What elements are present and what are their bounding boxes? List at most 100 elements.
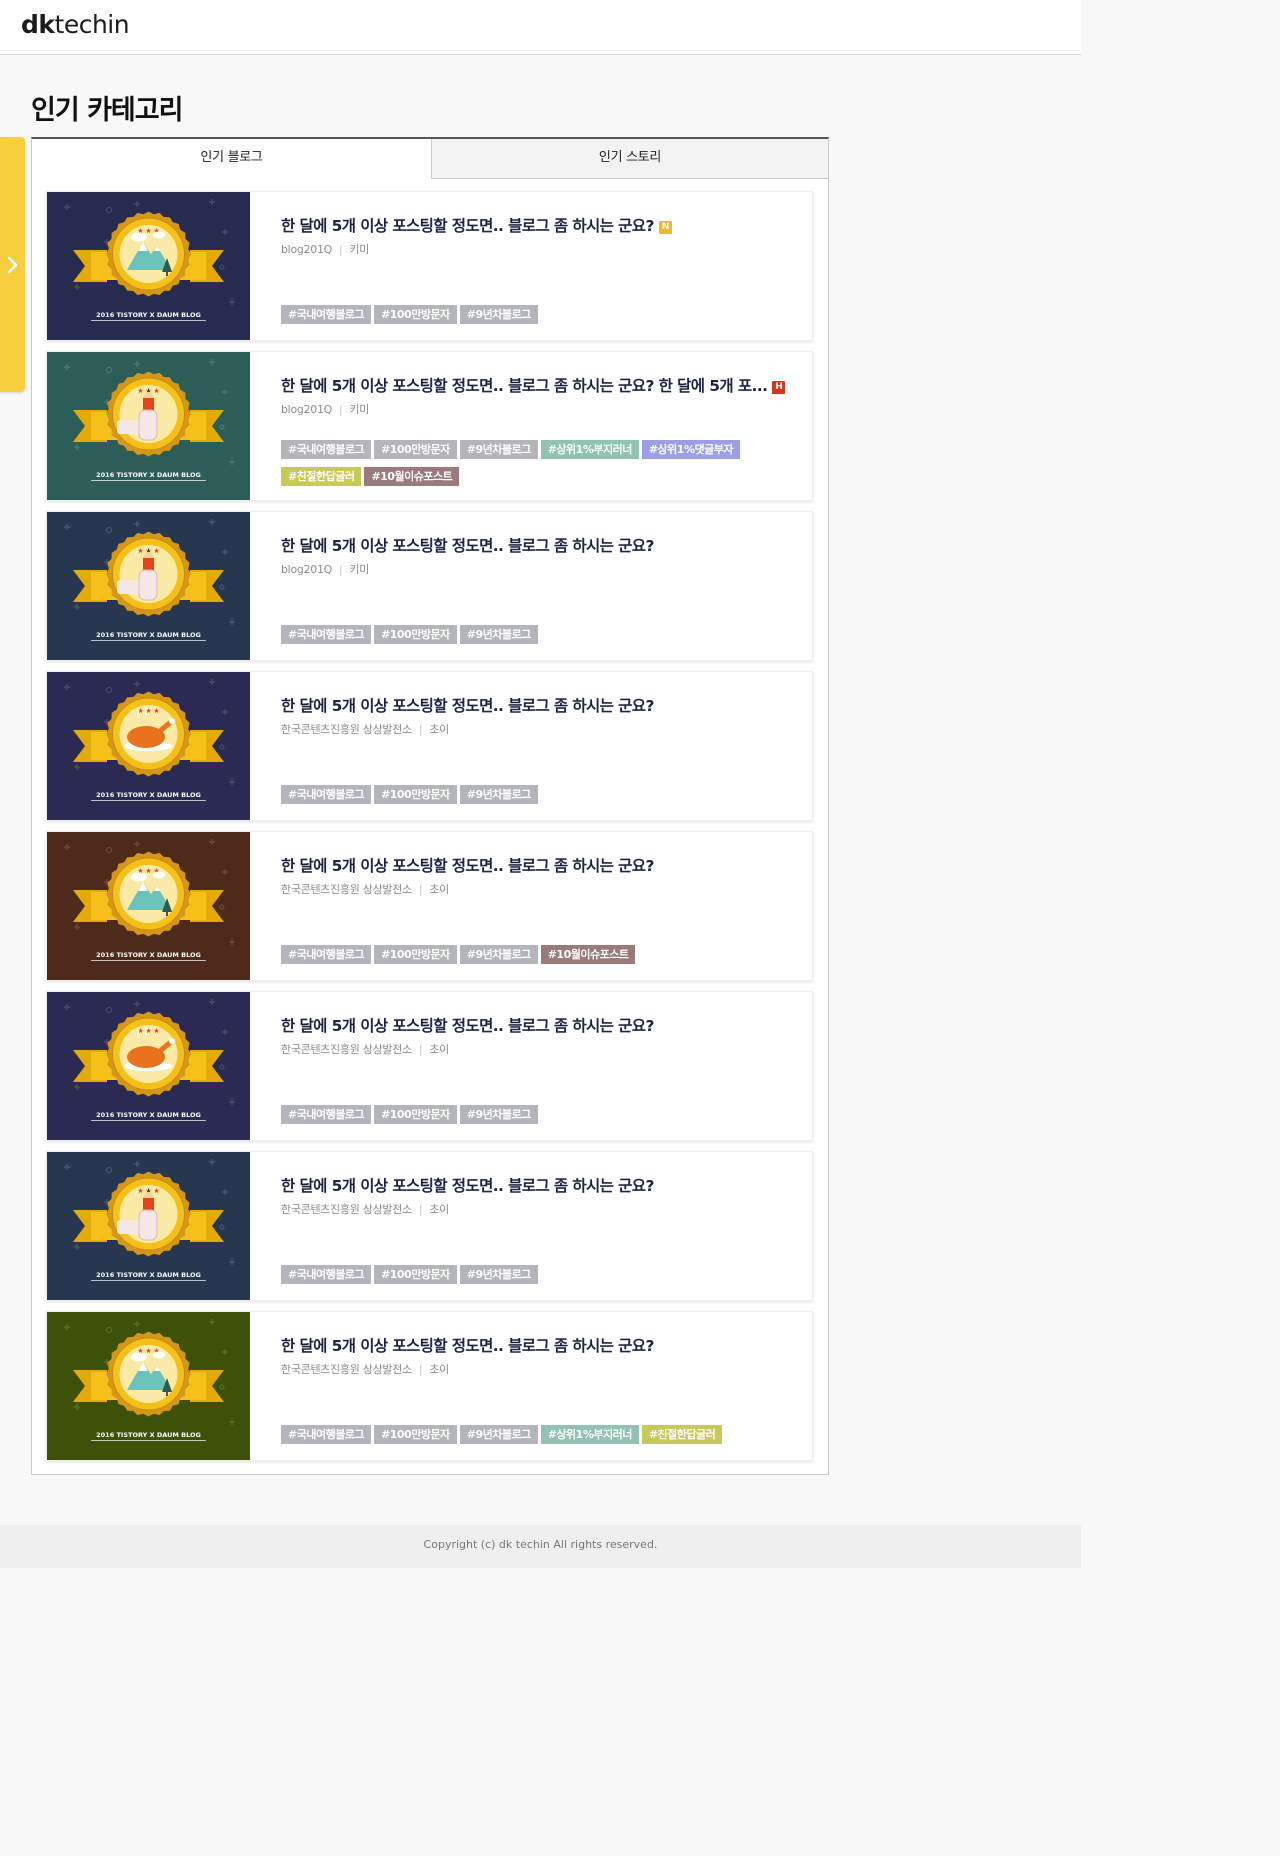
blog-thumbnail[interactable]: ★★★2016 TISTORY X DAUM BLOG bbox=[47, 1312, 250, 1460]
author-name[interactable]: 키미 bbox=[349, 403, 369, 416]
hashtag-chip[interactable]: #9년차블로그 bbox=[459, 440, 538, 459]
blog-card[interactable]: ★★★2016 TISTORY X DAUM BLOG한 달에 5개 이상 포스… bbox=[46, 831, 813, 981]
svg-text:★: ★ bbox=[153, 387, 159, 395]
blog-thumbnail[interactable]: ★★★2016 TISTORY X DAUM BLOG bbox=[47, 672, 250, 820]
hashtag-chip[interactable]: #9년차블로그 bbox=[459, 945, 538, 964]
blog-meta: 한국콘텐츠진흥원 상상발전소 | 초이 bbox=[281, 1201, 449, 1217]
blog-thumbnail[interactable]: ★★★2016 TISTORY X DAUM BLOG bbox=[47, 1152, 250, 1300]
svg-text:★: ★ bbox=[137, 1187, 143, 1195]
hashtag-chip[interactable]: #국내여행블로그 bbox=[281, 1265, 372, 1284]
badge-thumbnail-graphic: ★★★2016 TISTORY X DAUM BLOG bbox=[47, 352, 250, 500]
hashtag-chip[interactable]: #100만방문자 bbox=[374, 785, 457, 804]
hashtag-chip[interactable]: #100만방문자 bbox=[374, 945, 457, 964]
hashtag-chip[interactable]: #상위1%부지러너 bbox=[540, 440, 639, 459]
hashtag-chip[interactable]: #9년차블로그 bbox=[459, 1105, 538, 1124]
badge-thumbnail-graphic: ★★★2016 TISTORY X DAUM BLOG bbox=[47, 672, 250, 820]
author-name[interactable]: 초이 bbox=[429, 1043, 449, 1056]
tag-list: #국내여행블로그 #100만방문자 #9년차블로그 bbox=[281, 1263, 801, 1290]
blog-post-title[interactable]: 한 달에 5개 이상 포스팅할 정도면.. 블로그 좀 하시는 군요? bbox=[281, 1014, 801, 1036]
tag-list: #국내여행블로그 #100만방문자 #9년차블로그 bbox=[281, 623, 801, 650]
badge-thumbnail-graphic: ★★★2016 TISTORY X DAUM BLOG bbox=[47, 832, 250, 980]
author-name[interactable]: 초이 bbox=[429, 1363, 449, 1376]
tab-popular-story[interactable]: 인기 스토리 bbox=[431, 139, 828, 179]
meta-divider: | bbox=[339, 243, 343, 256]
svg-text:★: ★ bbox=[145, 867, 151, 875]
author-name[interactable]: 초이 bbox=[429, 1203, 449, 1216]
hashtag-chip[interactable]: #100만방문자 bbox=[374, 305, 457, 324]
hashtag-chip[interactable]: #국내여행블로그 bbox=[281, 785, 372, 804]
hashtag-chip[interactable]: #9년차블로그 bbox=[459, 1265, 538, 1284]
blog-thumbnail[interactable]: ★★★2016 TISTORY X DAUM BLOG bbox=[47, 992, 250, 1140]
author-name[interactable]: 초이 bbox=[429, 723, 449, 736]
hashtag-chip[interactable]: #10월이슈포스트 bbox=[364, 467, 460, 486]
hashtag-chip[interactable]: #상위1%댓글부자 bbox=[641, 440, 740, 459]
blog-thumbnail[interactable]: ★★★2016 TISTORY X DAUM BLOG bbox=[47, 832, 250, 980]
meta-divider: | bbox=[418, 883, 423, 896]
tag-list: #국내여행블로그 #100만방문자 #9년차블로그 #10월이슈포스트 bbox=[281, 943, 801, 970]
hashtag-chip[interactable]: #9년차블로그 bbox=[459, 625, 538, 644]
hashtag-chip[interactable]: #국내여행블로그 bbox=[281, 1425, 372, 1444]
blog-card[interactable]: ★★★2016 TISTORY X DAUM BLOG 한 달에 5개 이상 포스… bbox=[46, 1311, 813, 1461]
blog-name[interactable]: 한국콘텐츠진흥원 상상발전소 bbox=[281, 883, 412, 896]
hashtag-chip[interactable]: #100만방문자 bbox=[374, 1105, 457, 1124]
blog-meta: blog201Q | 키미 bbox=[281, 401, 369, 417]
hashtag-chip[interactable]: #9년차블로그 bbox=[459, 1425, 538, 1444]
hashtag-chip[interactable]: #10월이슈포스트 bbox=[540, 945, 636, 964]
hashtag-chip[interactable]: #국내여행블로그 bbox=[281, 440, 372, 459]
hashtag-chip[interactable]: #국내여행블로그 bbox=[281, 945, 372, 964]
post-title-text: 한 달에 5개 이상 포스팅할 정도면.. 블로그 좀 하시는 군요? 한 달에… bbox=[281, 377, 768, 395]
blog-thumbnail[interactable]: ★★★2016 TISTORY X DAUM BLOG bbox=[47, 512, 250, 660]
meta-divider: | bbox=[418, 1203, 423, 1216]
blog-post-title[interactable]: 한 달에 5개 이상 포스팅할 정도면.. 블로그 좀 하시는 군요? bbox=[281, 534, 801, 556]
hashtag-chip[interactable]: #9년차블로그 bbox=[459, 785, 538, 804]
hashtag-chip[interactable]: #친절한답글러 bbox=[641, 1425, 723, 1444]
blog-card[interactable]: ★★★2016 TISTORY X DAUM BLOG 한 달에 5개 이상 포스… bbox=[46, 991, 813, 1141]
blog-name[interactable]: 한국콘텐츠진흥원 상상발전소 bbox=[281, 723, 412, 736]
hashtag-chip[interactable]: #상위1%부지러너 bbox=[540, 1425, 639, 1444]
svg-text:★: ★ bbox=[137, 387, 143, 395]
blog-post-title[interactable]: 한 달에 5개 이상 포스팅할 정도면.. 블로그 좀 하시는 군요? bbox=[281, 854, 801, 876]
hashtag-chip[interactable]: #100만방문자 bbox=[374, 625, 457, 644]
tab-popular-blog[interactable]: 인기 블로그 bbox=[32, 139, 431, 179]
blog-card[interactable]: ★★★2016 TISTORY X DAUM BLOG 한 달에 5개 이상 포스… bbox=[46, 191, 813, 341]
blog-post-title[interactable]: 한 달에 5개 이상 포스팅할 정도면.. 블로그 좀 하시는 군요? bbox=[281, 694, 801, 716]
author-name[interactable]: 키미 bbox=[349, 563, 369, 576]
hashtag-chip[interactable]: #100만방문자 bbox=[374, 440, 457, 459]
hashtag-chip[interactable]: #9년차블로그 bbox=[459, 305, 538, 324]
tab-bar: 인기 블로그 인기 스토리 bbox=[32, 139, 828, 179]
blog-card[interactable]: ★★★2016 TISTORY X DAUM BLOG한 달에 5개 이상 포스… bbox=[46, 351, 813, 501]
blog-card[interactable]: ★★★2016 TISTORY X DAUM BLOG 한 달에 5개 이상 포스… bbox=[46, 511, 813, 661]
blog-meta: 한국콘텐츠진흥원 상상발전소 | 초이 bbox=[281, 1361, 449, 1377]
blog-name[interactable]: 한국콘텐츠진흥원 상상발전소 bbox=[281, 1043, 412, 1056]
author-name[interactable]: 초이 bbox=[429, 883, 449, 896]
author-name[interactable]: 키미 bbox=[349, 243, 369, 256]
blog-name[interactable]: 한국콘텐츠진흥원 상상발전소 bbox=[281, 1203, 412, 1216]
badge-thumbnail-graphic: ★★★2016 TISTORY X DAUM BLOG bbox=[47, 512, 250, 660]
blog-name[interactable]: blog201Q bbox=[281, 243, 332, 256]
blog-card[interactable]: ★★★2016 TISTORY X DAUM BLOG 한 달에 5개 이상 포스… bbox=[46, 671, 813, 821]
blog-post-title[interactable]: 한 달에 5개 이상 포스팅할 정도면.. 블로그 좀 하시는 군요? N bbox=[281, 214, 801, 236]
blog-name[interactable]: blog201Q bbox=[281, 403, 332, 416]
hashtag-chip[interactable]: #국내여행블로그 bbox=[281, 1105, 372, 1124]
blog-thumbnail[interactable]: ★★★2016 TISTORY X DAUM BLOG bbox=[47, 352, 250, 500]
tag-list: #국내여행블로그 #100만방문자 #9년차블로그 bbox=[281, 1103, 801, 1130]
blog-post-title[interactable]: 한 달에 5개 이상 포스팅할 정도면.. 블로그 좀 하시는 군요? bbox=[281, 1334, 801, 1356]
blog-thumbnail[interactable]: ★★★2016 TISTORY X DAUM BLOG bbox=[47, 192, 250, 340]
hashtag-chip[interactable]: #100만방문자 bbox=[374, 1265, 457, 1284]
blog-post-title[interactable]: 한 달에 5개 이상 포스팅할 정도면.. 블로그 좀 하시는 군요? bbox=[281, 1174, 801, 1196]
thumbnail-caption: 2016 TISTORY X DAUM BLOG bbox=[96, 951, 201, 959]
meta-divider: | bbox=[418, 1043, 423, 1056]
hashtag-chip[interactable]: #친절한답글러 bbox=[281, 467, 362, 486]
blog-name[interactable]: blog201Q bbox=[281, 563, 332, 576]
logo[interactable]: dktechin bbox=[21, 10, 130, 39]
hashtag-chip[interactable]: #국내여행블로그 bbox=[281, 625, 372, 644]
hashtag-chip[interactable]: #100만방문자 bbox=[374, 1425, 457, 1444]
side-panel-toggle[interactable] bbox=[0, 137, 25, 392]
thumbnail-caption: 2016 TISTORY X DAUM BLOG bbox=[96, 631, 201, 639]
blog-post-title[interactable]: 한 달에 5개 이상 포스팅할 정도면.. 블로그 좀 하시는 군요? 한 달에… bbox=[281, 374, 801, 396]
hashtag-chip[interactable]: #국내여행블로그 bbox=[281, 305, 372, 324]
blog-name[interactable]: 한국콘텐츠진흥원 상상발전소 bbox=[281, 1363, 412, 1376]
post-title-text: 한 달에 5개 이상 포스팅할 정도면.. 블로그 좀 하시는 군요? bbox=[281, 1337, 654, 1355]
blog-card[interactable]: ★★★2016 TISTORY X DAUM BLOG 한 달에 5개 이상 포스… bbox=[46, 1151, 813, 1301]
footer: Copyright (c) dk techin All rights reser… bbox=[0, 1525, 1081, 1568]
